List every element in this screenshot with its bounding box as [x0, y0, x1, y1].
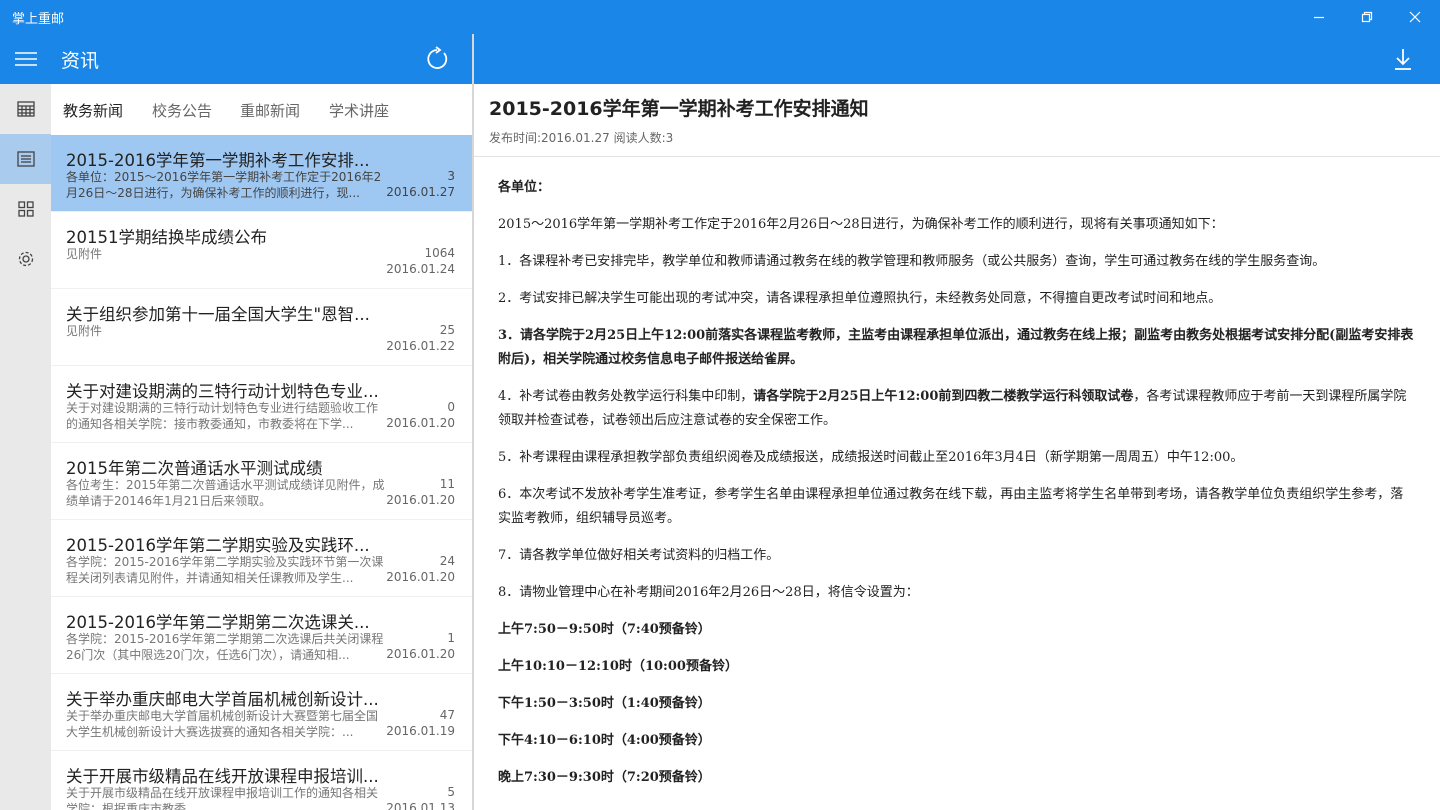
read-count: 1 — [447, 631, 455, 645]
news-summary: 关于开展市级精品在线开放课程申报培训工作的通知各相关学院：根据重庆市教委 — [66, 786, 379, 810]
rail-item-news[interactable] — [0, 134, 51, 184]
read-count: 25 — [439, 323, 455, 337]
article-paragraph: 4．补考试卷由教务处教学运行科集中印制，请各学院于2月25日上午12:00前到四… — [498, 385, 1416, 433]
list-title: 资讯 — [61, 50, 100, 72]
news-title: 2015-2016学年第二学期第二次选课关... — [66, 613, 370, 632]
read-count: 5 — [447, 785, 455, 799]
read-count: 11 — [439, 477, 455, 491]
list-item[interactable]: 2015-2016学年第二学期第二次选课关... 各学院：2015-2016学年… — [51, 597, 472, 673]
bell-schedule-item: 上午10:10－12:10时（10:00预备铃） — [498, 659, 738, 674]
bell-schedule-item: 下午1:50－3:50时（1:40预备铃） — [498, 696, 711, 711]
list-item[interactable]: 关于开展市级精品在线开放课程申报培训... 关于开展市级精品在线开放课程申报培训… — [51, 751, 472, 810]
rail-item-apps[interactable] — [0, 184, 51, 234]
article-paragraph: 5．补考课程由课程承担教学部负责组织阅卷及成绩报送，成绩报送时间截止至2016年… — [498, 450, 1244, 465]
article-paragraph: 2．考试安排已解决学生可能出现的考试冲突，请各课程承担单位遵照执行，未经教务处同… — [498, 291, 1222, 306]
article-paragraph: 1．各课程补考已安排完毕，教学单位和教师请通过教务在线的教学管理和教师服务（或公… — [498, 254, 1326, 269]
list-item[interactable]: 2015-2016学年第二学期实验及实践环... 各学院：2015-2016学年… — [51, 520, 472, 596]
download-icon[interactable] — [1392, 47, 1414, 71]
news-summary: 见附件 — [66, 247, 103, 261]
news-date: 2016.01.20 — [386, 416, 455, 430]
news-summary: 各位考生：2015年第二次普通话水平测试成绩详见附件，成绩单请于20146年1月… — [66, 478, 385, 508]
close-button[interactable] — [1392, 0, 1438, 34]
news-date: 2016.01.22 — [386, 339, 455, 353]
article-paragraph: 8．请物业管理中心在补考期间2016年2月26日～28日，将信令设置为： — [498, 585, 919, 600]
read-count: 47 — [439, 708, 455, 722]
app-title: 掌上重邮 — [12, 12, 65, 27]
list-item[interactable]: 20151学期结换毕成绩公布 见附件 1064 2016.01.24 — [51, 212, 472, 288]
news-date: 2016.01.20 — [386, 647, 455, 661]
list-item[interactable]: 关于举办重庆邮电大学首届机械创新设计... 关于举办重庆邮电大学首届机械创新设计… — [51, 674, 472, 750]
calendar-grid-icon — [16, 101, 35, 117]
article-meta: 发布时间:2016.01.27 阅读人数:3 — [489, 131, 674, 145]
news-icon — [16, 151, 35, 167]
list-item[interactable]: 2015-2016学年第一学期补考工作安排... 各单位：2015～2016学年… — [51, 135, 472, 211]
article-paragraph: 7．请各教学单位做好相关考试资料的归档工作。 — [498, 548, 780, 563]
news-title: 关于组织参加第十一届全国大学生"恩智... — [66, 305, 370, 324]
apps-grid-icon — [17, 201, 34, 217]
news-date: 2016.01.24 — [386, 262, 455, 276]
news-summary: 见附件 — [66, 324, 103, 338]
bell-schedule-item: 下午4:10－6:10时（4:00预备铃） — [498, 733, 711, 748]
tab-cqupt-news[interactable]: 重邮新闻 — [240, 100, 300, 121]
list-item[interactable]: 2015年第二次普通话水平测试成绩 各位考生：2015年第二次普通话水平测试成绩… — [51, 443, 472, 519]
bell-schedule-item: 晚上7:30－9:30时（7:20预备铃） — [498, 770, 711, 785]
pane-divider[interactable] — [472, 34, 474, 810]
article-paragraph: 6．本次考试不发放补考学生准考证，参考学生名单由课程承担单位通过教务在线下载，再… — [498, 487, 1404, 526]
news-list[interactable]: 2015-2016学年第一学期补考工作安排... 各单位：2015～2016学年… — [51, 135, 472, 810]
window-titlebar: 掌上重邮 — [0, 0, 1440, 34]
news-title: 2015-2016学年第一学期补考工作安排... — [66, 151, 370, 170]
bell-schedule-item: 上午7:50－9:50时（7:40预备铃） — [498, 622, 711, 637]
restore-icon — [1361, 11, 1373, 23]
news-title: 20151学期结换毕成绩公布 — [66, 228, 267, 247]
detail-header — [474, 34, 1440, 84]
article-body: 各单位： 2015～2016学年第一学期补考工作定于2016年2月26日～28日… — [498, 176, 1416, 806]
gear-icon — [18, 251, 33, 267]
news-summary: 关于举办重庆邮电大学首届机械创新设计大赛暨第七届全国大学生机械创新设计大赛选拔赛… — [66, 709, 379, 739]
news-date: 2016.01.13 — [386, 801, 455, 810]
article-greeting: 各单位： — [498, 180, 551, 195]
article-title: 2015-2016学年第一学期补考工作安排通知 — [489, 98, 869, 120]
news-title: 关于对建设期满的三特行动计划特色专业... — [66, 382, 379, 401]
minimize-button[interactable] — [1296, 0, 1342, 34]
divider — [474, 156, 1440, 157]
news-summary: 关于对建设期满的三特行动计划特色专业进行结题验收工作的通知各相关学院：接市教委通… — [66, 401, 379, 431]
news-title: 关于举办重庆邮电大学首届机械创新设计... — [66, 690, 379, 709]
read-count: 3 — [447, 169, 455, 183]
close-icon — [1409, 11, 1421, 23]
tab-academic-lectures[interactable]: 学术讲座 — [329, 100, 389, 121]
article-paragraph: 2015～2016学年第一学期补考工作定于2016年2月26日～28日进行，为确… — [498, 217, 1224, 232]
rail-item-schedule[interactable] — [0, 84, 51, 134]
news-date: 2016.01.20 — [386, 493, 455, 507]
rail-item-settings[interactable] — [0, 234, 51, 284]
restore-button[interactable] — [1344, 0, 1390, 34]
menu-button[interactable] — [0, 34, 51, 84]
tab-school-announcements[interactable]: 校务公告 — [152, 100, 212, 121]
news-title: 关于开展市级精品在线开放课程申报培训... — [66, 767, 379, 786]
article-text-bold: 请各学院于2月25日上午12:00前到四教二楼教学运行科领取试卷 — [753, 389, 1134, 404]
article-text: 4．补考试卷由教务处教学运行科集中印制， — [498, 389, 754, 404]
list-item[interactable]: 关于对建设期满的三特行动计划特色专业... 关于对建设期满的三特行动计划特色专业… — [51, 366, 472, 442]
news-date: 2016.01.19 — [386, 724, 455, 738]
news-date: 2016.01.27 — [386, 185, 455, 199]
category-tabs: 教务新闻 校务公告 重邮新闻 学术讲座 — [51, 84, 472, 135]
hamburger-icon — [14, 52, 37, 66]
refresh-icon[interactable] — [424, 46, 450, 72]
article-paragraph: 3．请各学院于2月25日上午12:00前落实各课程监考教师，主监考由课程承担单位… — [498, 328, 1414, 367]
list-header: 资讯 — [51, 34, 472, 84]
news-title: 2015-2016学年第二学期实验及实践环... — [66, 536, 370, 555]
news-summary: 各学院：2015-2016学年第二学期第二次选课后共关闭课程26门次（其中限选2… — [66, 632, 384, 662]
list-item[interactable]: 关于组织参加第十一届全国大学生"恩智... 见附件 25 2016.01.22 — [51, 289, 472, 365]
news-summary: 各学院：2015-2016学年第二学期实验及实践环节第一次课程关闭列表请见附件，… — [66, 555, 384, 585]
news-summary: 各单位：2015～2016学年第一学期补考工作定于2016年2月26日～28日进… — [66, 170, 382, 200]
tab-academic-news[interactable]: 教务新闻 — [63, 100, 123, 121]
read-count: 1064 — [424, 246, 455, 260]
news-title: 2015年第二次普通话水平测试成绩 — [66, 459, 323, 478]
minimize-icon — [1314, 16, 1324, 19]
news-date: 2016.01.20 — [386, 570, 455, 584]
read-count: 0 — [447, 400, 455, 414]
read-count: 24 — [439, 554, 455, 568]
navigation-rail — [0, 34, 51, 810]
